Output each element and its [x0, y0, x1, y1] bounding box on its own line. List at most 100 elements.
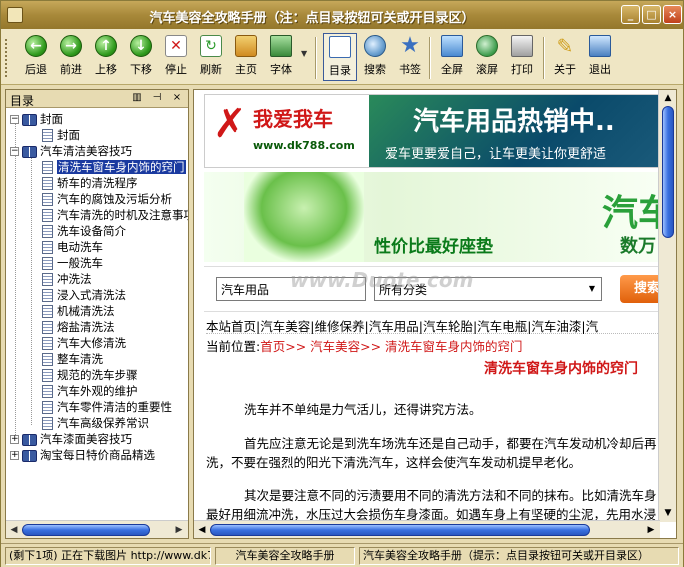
toc-item[interactable]: 汽车外观的维护 — [42, 383, 138, 399]
book-icon — [22, 433, 37, 446]
breadcrumb-path[interactable]: 首页>> 汽车美容>> 清洗车窗车身内饰的窍门 — [260, 339, 522, 354]
content-vertical-scrollbar[interactable]: ▲ ▼ — [658, 90, 676, 522]
toc-item-label: 冲洗法 — [57, 272, 92, 286]
toc-toggle-button[interactable]: 目录 — [323, 33, 357, 81]
panel-menu-icon[interactable]: ▥ — [130, 91, 144, 105]
search-button[interactable]: 搜索 — [358, 33, 392, 81]
toc-folder[interactable]: + 淘宝每日特价商品精选 — [10, 447, 155, 463]
close-button[interactable]: × — [663, 5, 682, 24]
site-search-button[interactable]: 搜索 — [620, 275, 660, 303]
scroll-right-icon[interactable]: ▶ — [172, 523, 186, 537]
window-title: 汽车美容全攻略手册（注：点目录按钮可关或开目录区） — [149, 11, 475, 26]
ad-slogan: 爱车更要爱自己，让车更美让你更舒适 — [385, 147, 607, 162]
scroll-right-icon[interactable]: ▶ — [644, 523, 658, 537]
font-button[interactable]: 字体 — [264, 33, 298, 81]
scroll-down-icon[interactable]: ▼ — [661, 506, 675, 520]
font-dropdown-arrow-icon[interactable]: ▼ — [301, 49, 307, 58]
about-button[interactable]: ✎ 关于 — [548, 33, 582, 81]
exit-button[interactable]: 退出 — [583, 33, 617, 81]
ad-banner-products[interactable]: 汽车用品热销中.. 爱车更要爱自己，让车更美让你更舒适 — [369, 95, 660, 167]
scroll-thumb[interactable] — [210, 524, 590, 536]
toolbar-grip[interactable] — [5, 39, 9, 77]
move-down-button[interactable]: ↓ 下移 — [124, 33, 158, 81]
page-icon — [42, 273, 53, 286]
toc-item[interactable]: 轿车的清洗程序 — [42, 175, 138, 191]
nav-link[interactable]: 汽车轮胎 — [423, 319, 473, 334]
toc-item[interactable]: 清洗车窗车身内饰的窍门 — [42, 159, 186, 175]
nav-link[interactable]: 汽车用品 — [369, 319, 419, 334]
toc-item[interactable]: 规范的洗车步骤 — [42, 367, 138, 383]
maximize-button[interactable]: □ — [642, 5, 661, 24]
toc-item[interactable]: 汽车零件清洁的重要性 — [42, 399, 172, 415]
toc-item[interactable]: 汽车高级保养常识 — [42, 415, 149, 431]
home-button[interactable]: 主页 — [229, 33, 263, 81]
title-bar[interactable]: 汽车美容全攻略手册（注：点目录按钮可关或开目录区） _ □ × — [1, 1, 683, 29]
toc-folder[interactable]: − 封面 — [10, 111, 63, 127]
site-logo[interactable]: ✗ 我爱我车 www.dk788.com — [205, 95, 369, 167]
move-up-button[interactable]: ↑ 上移 — [89, 33, 123, 81]
nav-link[interactable]: 汽 — [586, 319, 599, 334]
toc-item-label: 规范的洗车步骤 — [57, 368, 138, 382]
collapse-icon[interactable]: − — [10, 147, 19, 156]
toc-item[interactable]: 汽车的腐蚀及污垢分析 — [42, 191, 172, 207]
toc-item[interactable]: 洗车设备简介 — [42, 223, 126, 239]
scroll-left-icon[interactable]: ◀ — [195, 523, 209, 537]
scroll-thumb[interactable] — [662, 106, 674, 238]
nav-link[interactable]: 汽车油漆 — [531, 319, 581, 334]
home-label: 主页 — [235, 63, 257, 76]
toc-item-label: 汽车清洗的时机及注意事项 — [57, 208, 188, 222]
paragraph-text: 洗车并不单纯是力气活儿，还得讲究方法。 — [244, 402, 482, 417]
toc-folder[interactable]: + 汽车漆面美容技巧 — [10, 431, 132, 447]
page-icon — [42, 369, 53, 382]
print-button[interactable]: 打印 — [505, 33, 539, 81]
collapse-icon[interactable]: − — [10, 115, 19, 124]
toc-item[interactable]: 冲洗法 — [42, 271, 92, 287]
toc-item[interactable]: 汽车大修清洗 — [42, 335, 126, 351]
scroll-thumb[interactable] — [22, 524, 150, 536]
nav-link[interactable]: 本站首页 — [206, 319, 256, 334]
toc-item[interactable]: 一般洗车 — [42, 255, 103, 271]
refresh-button[interactable]: ↻ 刷新 — [194, 33, 228, 81]
toc-item[interactable]: 封面 — [42, 127, 80, 143]
toc-item[interactable]: 汽车清洗的时机及注意事项 — [42, 207, 188, 223]
back-button[interactable]: ← 后退 — [19, 33, 53, 81]
nav-link[interactable]: 维修保养 — [314, 319, 364, 334]
move-up-label: 上移 — [95, 63, 117, 76]
forward-arrow-icon: → — [60, 35, 82, 57]
forward-button[interactable]: → 前进 — [54, 33, 88, 81]
status-book-title: 汽车美容全攻略手册 — [215, 547, 355, 565]
toc-item[interactable]: 机械清洗法 — [42, 303, 115, 319]
toc-folder[interactable]: − 汽车清洁美容技巧 — [10, 143, 132, 159]
panel-close-icon[interactable]: × — [170, 91, 184, 105]
content-horizontal-scrollbar[interactable]: ◀ ▶ — [194, 520, 660, 538]
toc-item[interactable]: 整车清洗 — [42, 351, 103, 367]
article-paragraph: 洗车并不单纯是力气活儿，还得讲究方法。 — [206, 400, 660, 419]
seat-cushion-ad[interactable]: 性价比最好座垫 汽车 数万 — [204, 172, 660, 262]
nav-link[interactable]: 汽车美容 — [260, 319, 310, 334]
toc-tree[interactable]: − 封面 封面 − 汽车清洁美容技巧 清洗车窗车身内饰的窍门 轿车的清洗程序 汽车的腐蚀及污垢… — [6, 109, 188, 519]
scroll-left-icon[interactable]: ◀ — [7, 523, 21, 537]
refresh-icon: ↻ — [200, 35, 222, 57]
scroll-up-icon[interactable]: ▲ — [661, 91, 675, 105]
paragraph-text: 其次是要注意不同的污渍要用不同的清洗方法和不同的抹布。比如清洗车身最好用细流冲洗… — [206, 488, 657, 522]
toc-horizontal-scrollbar[interactable]: ◀ ▶ — [6, 520, 188, 538]
expand-icon[interactable]: + — [10, 435, 19, 444]
toc-item[interactable]: 浸入式清洗法 — [42, 287, 126, 303]
stop-button[interactable]: ✕ 停止 — [159, 33, 193, 81]
minimize-button[interactable]: _ — [621, 5, 640, 24]
bookmark-button[interactable]: ★ 书签 — [393, 33, 427, 81]
toc-item[interactable]: 电动洗车 — [42, 239, 103, 255]
toc-panel: 目录 ▥ ⊣ × − 封面 封面 − 汽车清洁美容技巧 清洗车窗车身内饰的窍门 轿车的清洗程… — [5, 89, 189, 539]
bookmark-star-icon: ★ — [400, 33, 420, 58]
toc-item[interactable]: 熔盐清洗法 — [42, 319, 115, 335]
toc-item-label: 汽车清洁美容技巧 — [40, 144, 132, 158]
top-banner[interactable]: ✗ 我爱我车 www.dk788.com 汽车用品热销中.. 爱车更要爱自己，让… — [204, 94, 660, 168]
expand-icon[interactable]: + — [10, 451, 19, 460]
autoscroll-button[interactable]: 滚屏 — [470, 33, 504, 81]
pin-icon[interactable]: ⊣ — [150, 91, 164, 105]
nav-link[interactable]: 汽车电瓶 — [477, 319, 527, 334]
chevron-down-icon[interactable]: ▼ — [585, 281, 599, 297]
page-icon — [42, 241, 53, 254]
fullscreen-button[interactable]: 全屏 — [435, 33, 469, 81]
toc-item-label: 洗车设备简介 — [57, 224, 126, 238]
